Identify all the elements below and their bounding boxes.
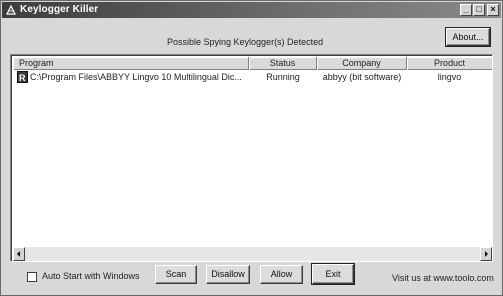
cell-product: lingvo [437,72,462,82]
keylogger-killer-icon [6,4,16,15]
about-button[interactable]: About... [445,27,491,47]
app-window: Keylogger Killer _ □ × Possible Spying K… [0,0,503,296]
column-header-company[interactable]: Company [317,57,407,70]
detection-status: Possible Spying Keylogger(s) Detected [167,37,324,47]
scroll-right-arrow-icon[interactable] [480,247,492,261]
app-icon: R [17,71,28,83]
column-header-program[interactable]: Program [13,57,249,70]
column-header-product[interactable]: Product [407,57,492,70]
cell-status: Running [266,72,300,82]
column-header-status[interactable]: Status [249,57,317,70]
detected-programs-list[interactable]: Program Status Company Product R C:\Prog… [10,54,493,262]
auto-start-checkbox[interactable] [27,272,37,282]
window-title: Keylogger Killer [20,4,99,15]
title-bar[interactable]: Keylogger Killer _ □ × [2,2,501,18]
scroll-left-arrow-icon[interactable] [13,247,25,261]
horizontal-scrollbar[interactable] [13,247,492,261]
auto-start-label[interactable]: Auto Start with Windows [42,271,140,281]
exit-button[interactable]: Exit [311,263,355,285]
minimize-button[interactable]: _ [460,4,472,16]
maximize-button[interactable]: □ [473,4,485,16]
cell-program: C:\Program Files\ABBYY Lingvo 10 Multili… [30,72,242,82]
svg-text:R: R [19,73,26,82]
scan-button[interactable]: Scan [155,265,197,284]
cell-company: abbyy (bit software) [322,72,402,82]
list-header: Program Status Company Product [13,57,492,70]
disallow-button[interactable]: Disallow [206,265,250,284]
table-row[interactable]: R C:\Program Files\ABBYY Lingvo 10 Multi… [13,71,492,85]
allow-button[interactable]: Allow [260,265,303,284]
website-link[interactable]: Visit us at www.toolo.com [392,273,494,283]
close-button[interactable]: × [487,4,499,16]
